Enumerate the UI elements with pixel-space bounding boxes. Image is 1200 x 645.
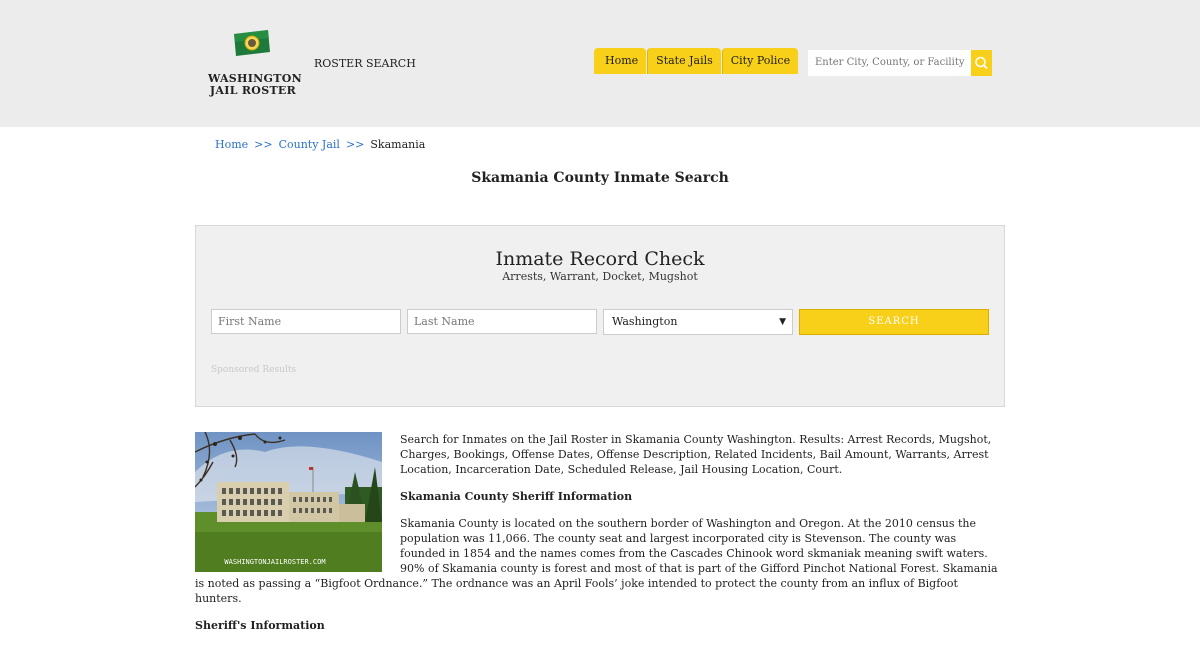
site-logo[interactable]: WASHINGTON JAIL ROSTER <box>208 28 302 100</box>
nav-city-police[interactable]: City Police <box>721 48 799 74</box>
breadcrumb-separator: >> <box>254 138 273 151</box>
photo-float-spacer <box>195 432 400 572</box>
sponsored-results-label: Sponsored Results <box>211 365 297 375</box>
sheriffs-information-heading: Sheriff's Information <box>195 619 325 632</box>
nav-state-jails[interactable]: State Jails <box>647 48 721 74</box>
main-nav: Home State Jails City Police <box>594 48 799 74</box>
breadcrumb-county-jail[interactable]: County Jail <box>279 138 340 151</box>
breadcrumb-current: Skamania <box>370 138 426 151</box>
last-name-input[interactable] <box>407 309 597 334</box>
nav-home[interactable]: Home <box>594 48 647 74</box>
inmate-search-panel: Inmate Record Check Arrests, Warrant, Do… <box>195 225 1005 407</box>
washington-flag-icon <box>234 30 270 56</box>
site-header: WASHINGTON JAIL ROSTER ROSTER SEARCH Hom… <box>0 0 1200 127</box>
state-select[interactable]: Washington ▼ <box>603 309 793 335</box>
site-search-input[interactable] <box>808 50 978 75</box>
breadcrumb: Home >> County Jail >> Skamania <box>215 138 425 151</box>
site-search-button[interactable] <box>971 50 992 76</box>
site-search-box <box>808 50 978 76</box>
content-area: Search for Inmates on the Jail Roster in… <box>195 432 1001 645</box>
search-icon <box>975 56 988 70</box>
logo-text-line2: JAIL ROSTER <box>209 84 297 97</box>
state-select-value: Washington <box>612 315 678 328</box>
chevron-down-icon: ▼ <box>779 317 786 327</box>
roster-search-link[interactable]: ROSTER SEARCH <box>314 57 416 70</box>
first-name-input[interactable] <box>211 309 401 334</box>
breadcrumb-separator: >> <box>345 138 365 151</box>
panel-subtitle: Arrests, Warrant, Docket, Mugshot <box>502 270 698 283</box>
breadcrumb-home[interactable]: Home <box>215 138 248 151</box>
page-title: Skamania County Inmate Search <box>471 170 729 186</box>
search-button[interactable]: SEARCH <box>799 309 989 335</box>
panel-title: Inmate Record Check <box>495 248 705 270</box>
